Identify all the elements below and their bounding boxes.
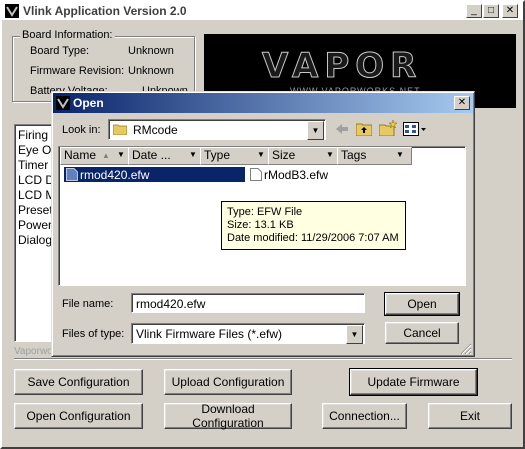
chevron-down-icon[interactable]: ▼ — [326, 150, 334, 159]
board-type-label: Board Type: — [30, 45, 90, 57]
resize-grip-icon[interactable] — [459, 342, 472, 355]
file-icon — [250, 168, 262, 181]
main-titlebar[interactable]: Vlink Application Version 2.0 — [2, 2, 523, 21]
maximize-button[interactable]: □ — [483, 4, 499, 18]
update-firmware-button[interactable]: Update Firmware — [349, 368, 478, 396]
open-configuration-button[interactable]: Open Configuration — [14, 403, 143, 429]
list-item[interactable]: Dialog — [18, 233, 52, 247]
connection-button[interactable]: Connection... — [322, 403, 407, 429]
chevron-down-icon[interactable]: ▼ — [307, 121, 324, 140]
file-name: rmod420.efw — [80, 168, 150, 182]
file-name-value: rmod420.efw — [136, 297, 206, 311]
list-item[interactable]: Eye O — [18, 143, 51, 157]
chevron-down-icon[interactable]: ▼ — [189, 150, 197, 159]
window-title: Vlink Application Version 2.0 — [23, 4, 187, 18]
open-button[interactable]: Open — [384, 292, 460, 316]
chevron-down-icon[interactable]: ▼ — [396, 150, 404, 159]
tooltip-modified: Date modified: 11/29/2006 7:07 AM — [227, 232, 399, 244]
look-in-value: RMcode — [133, 123, 178, 137]
file-item[interactable]: rModB3.efw — [248, 167, 348, 182]
back-arrow-icon[interactable] — [335, 123, 349, 135]
new-folder-icon[interactable] — [379, 120, 397, 136]
file-name: rModB3.efw — [264, 168, 329, 182]
tooltip-size: Size: 13.1 KB — [227, 219, 294, 231]
app-icon — [5, 4, 19, 18]
separator — [14, 358, 512, 360]
column-label-name: Name — [64, 148, 97, 162]
sort-ascending-icon: ▲ — [102, 151, 110, 160]
file-name-label: File name: — [62, 298, 114, 310]
column-label-date: Date ... — [132, 148, 171, 162]
column-label-tags: Tags — [341, 148, 367, 162]
list-item[interactable]: Firing — [18, 128, 48, 142]
file-icon — [66, 168, 78, 181]
chevron-down-icon[interactable]: ▼ — [117, 150, 125, 159]
look-in-combo[interactable]: RMcode ▼ — [108, 119, 326, 140]
file-tooltip: Type: EFW File Size: 13.1 KB Date modifi… — [221, 201, 406, 250]
chevron-down-icon[interactable]: ▼ — [346, 325, 363, 344]
board-type-value: Unknown — [128, 45, 174, 57]
save-configuration-button[interactable]: Save Configuration — [14, 369, 143, 395]
file-item[interactable]: rmod420.efw — [64, 167, 245, 182]
file-name-input[interactable]: rmod420.efw — [131, 293, 365, 313]
upload-configuration-button[interactable]: Upload Configuration — [164, 369, 292, 395]
open-dialog-title: Open — [73, 96, 104, 110]
close-button[interactable]: ✕ — [502, 4, 518, 18]
dialog-app-icon — [56, 96, 70, 110]
config-list[interactable]: Firing Eye O Timer LCD D LCD M Preset Po… — [14, 124, 56, 342]
column-label-type: Type — [204, 148, 231, 162]
files-of-type-label: Files of type: — [62, 328, 125, 340]
chevron-down-icon[interactable]: ▼ — [257, 150, 265, 159]
look-in-label: Look in: — [62, 124, 101, 136]
files-of-type-select[interactable]: Vlink Firmware Files (*.efw) ▼ — [131, 323, 365, 344]
exit-button[interactable]: Exit — [428, 403, 512, 429]
list-item[interactable]: LCD M — [18, 188, 55, 202]
files-of-type-value: Vlink Firmware Files (*.efw) — [136, 327, 283, 341]
download-configuration-button[interactable]: Download Configuration — [164, 402, 292, 430]
board-info-label: Board Information: — [20, 29, 115, 41]
firmware-revision-label: Firmware Revision: — [30, 65, 125, 77]
logo-text: VAPOR — [261, 46, 423, 87]
list-item[interactable]: Power — [18, 218, 52, 232]
list-item[interactable]: Preset — [18, 203, 53, 217]
view-menu-icon[interactable] — [403, 122, 427, 136]
up-folder-icon[interactable] — [356, 121, 372, 136]
minimize-button[interactable]: _ — [466, 4, 482, 18]
open-dialog-titlebar[interactable]: Open — [53, 93, 473, 113]
column-label-size: Size — [272, 148, 296, 162]
dialog-close-button[interactable]: ✕ — [454, 96, 470, 110]
list-item[interactable]: LCD D — [18, 173, 54, 187]
cancel-button[interactable]: Cancel — [385, 322, 459, 344]
list-item[interactable]: Timer — [18, 158, 48, 172]
folder-icon — [113, 124, 127, 135]
tooltip-type: Type: EFW File — [227, 206, 303, 218]
firmware-revision-value: Unknown — [128, 65, 174, 77]
